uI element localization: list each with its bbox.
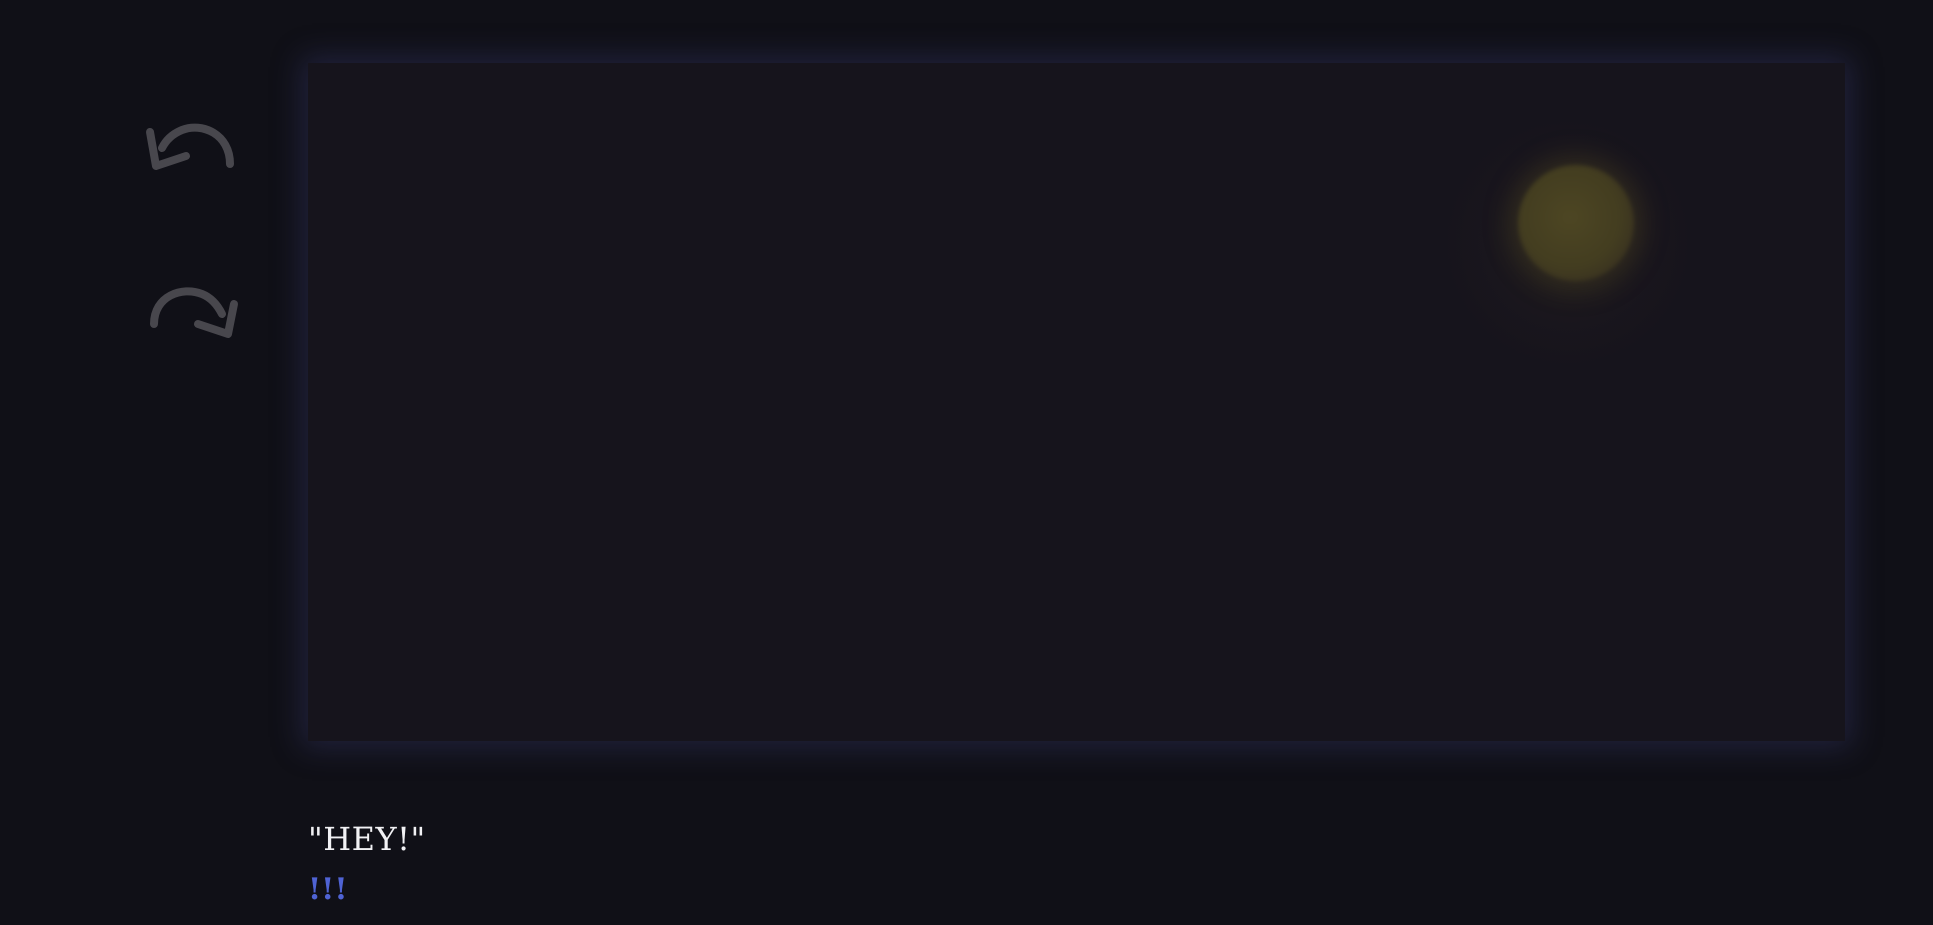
undo-arrow-icon — [146, 123, 234, 170]
redo-arrow-icon — [150, 287, 238, 338]
history-controls — [140, 112, 245, 444]
dialogue-speech: "HEY!" — [308, 820, 426, 858]
dialogue-reaction: !!! — [308, 872, 348, 907]
undo-button[interactable] — [140, 112, 245, 182]
moon — [1518, 165, 1634, 281]
scene-viewport[interactable] — [308, 63, 1845, 741]
redo-button[interactable] — [140, 278, 245, 348]
game-page: "HEY!" !!! — [0, 0, 1933, 925]
